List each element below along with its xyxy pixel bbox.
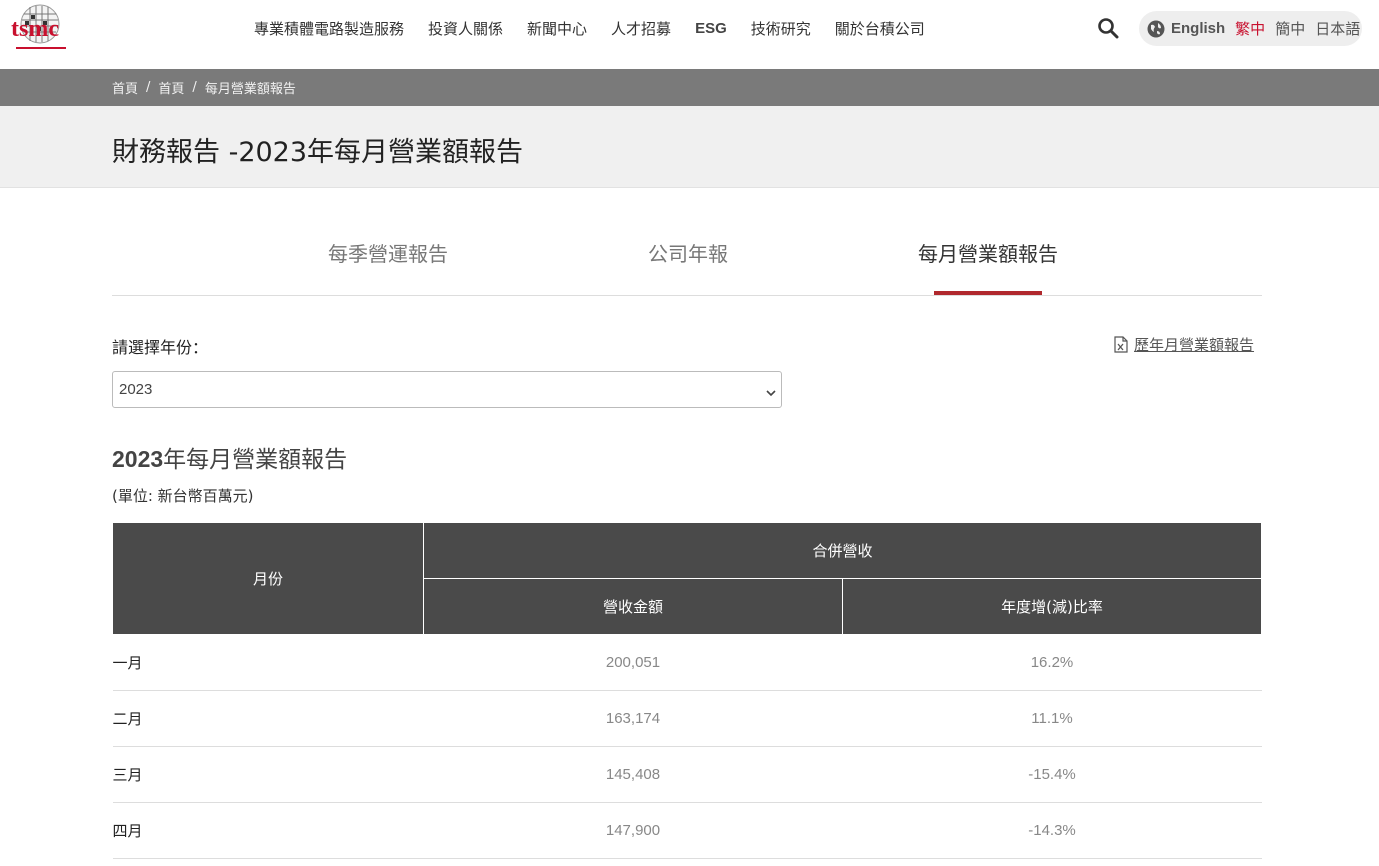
table-row: 四月 147,900 -14.3% <box>112 802 1262 859</box>
header-consolidated-revenue: 合併營收 <box>423 522 1262 579</box>
header-revenue-amount: 營收金額 <box>423 578 843 635</box>
header-month: 月份 <box>112 522 424 635</box>
history-revenue-link[interactable]: 歷年月營業額報告 <box>1114 334 1254 355</box>
breadcrumb-separator: / <box>146 80 151 95</box>
cell-revenue: 147,900 <box>423 802 843 859</box>
nav-about[interactable]: 關於台積公司 <box>835 18 925 40</box>
breadcrumb: 首頁 / 首頁 / 每月營業額報告 <box>112 78 296 97</box>
nav-investors[interactable]: 投資人關係 <box>428 18 503 40</box>
nav-news[interactable]: 新聞中心 <box>527 18 587 40</box>
chevron-down-icon <box>765 384 777 397</box>
cell-month: 三月 <box>112 746 424 803</box>
lang-japanese[interactable]: 日本語 <box>1315 18 1360 39</box>
cell-yoy: 11.1% <box>842 690 1262 747</box>
lang-english[interactable]: English <box>1171 20 1225 37</box>
nav-esg[interactable]: ESG <box>695 18 727 40</box>
breadcrumb-current[interactable]: 每月營業額報告 <box>205 78 296 97</box>
globe-icon <box>1147 20 1165 38</box>
lang-simplified-chinese[interactable]: 簡中 <box>1275 18 1305 39</box>
tsmc-logo[interactable]: tsmc <box>10 4 74 52</box>
tab-quarterly-report[interactable]: 每季營運報告 <box>328 238 448 267</box>
year-select-label: 請選擇年份： <box>112 338 209 357</box>
search-icon[interactable] <box>1097 17 1119 39</box>
title-band: 財務報告 -2023年每月營業額報告 <box>0 106 1379 188</box>
cell-month: 一月 <box>112 634 424 691</box>
breadcrumb-home-2[interactable]: 首頁 <box>158 78 184 97</box>
cell-revenue: 163,174 <box>423 690 843 747</box>
cell-revenue: 200,051 <box>423 634 843 691</box>
section-title-text: 年每月營業額報告 <box>163 447 348 473</box>
language-switcher: English 繁中 簡中 日本語 <box>1139 11 1362 46</box>
site-header: tsmc 專業積體電路製造服務 投資人關係 新聞中心 人才招募 ESG 技術研究… <box>0 0 1379 69</box>
table-row: 二月 163,174 11.1% <box>112 690 1262 747</box>
unit-note: (單位: 新台幣百萬元) <box>112 487 254 505</box>
section-title-year: 2023 <box>112 446 164 472</box>
cell-yoy: -15.4% <box>842 746 1262 803</box>
excel-file-icon <box>1114 336 1128 353</box>
cell-month: 二月 <box>112 690 424 747</box>
cell-month: 四月 <box>112 802 424 859</box>
nav-careers[interactable]: 人才招募 <box>611 18 671 40</box>
tab-annual-report[interactable]: 公司年報 <box>648 238 728 267</box>
header-yoy-change: 年度增(減)比率 <box>842 578 1262 635</box>
breadcrumb-home[interactable]: 首頁 <box>112 78 138 97</box>
nav-technology[interactable]: 技術研究 <box>751 18 811 40</box>
section-title: 2023年每月營業額報告 <box>112 440 347 474</box>
main-nav: 專業積體電路製造服務 投資人關係 新聞中心 人才招募 ESG 技術研究 關於台積… <box>254 18 949 40</box>
lang-traditional-chinese[interactable]: 繁中 <box>1235 18 1265 39</box>
cell-yoy: -14.3% <box>842 802 1262 859</box>
tab-monthly-revenue[interactable]: 每月營業額報告 <box>918 238 1058 267</box>
breadcrumb-bar: 首頁 / 首頁 / 每月營業額報告 <box>0 69 1379 106</box>
year-select[interactable]: 2023 <box>112 371 782 408</box>
year-select-value: 2023 <box>119 381 153 398</box>
breadcrumb-separator: / <box>192 80 197 95</box>
report-tabs: 每季營運報告 公司年報 每月營業額報告 <box>112 222 1262 296</box>
table-row: 三月 145,408 -15.4% <box>112 746 1262 803</box>
history-link-label: 歷年月營業額報告 <box>1134 336 1255 354</box>
page-title: 財務報告 -2023年每月營業額報告 <box>112 137 524 168</box>
table-row: 一月 200,051 16.2% <box>112 634 1262 691</box>
active-tab-indicator <box>934 291 1042 295</box>
cell-yoy: 16.2% <box>842 634 1262 691</box>
revenue-table: 月份 合併營收 營收金額 年度增(減)比率 一月 200,051 16.2% 二… <box>112 522 1262 859</box>
nav-foundry[interactable]: 專業積體電路製造服務 <box>254 18 404 40</box>
logo-text: tsmc <box>11 16 59 42</box>
cell-revenue: 145,408 <box>423 746 843 803</box>
